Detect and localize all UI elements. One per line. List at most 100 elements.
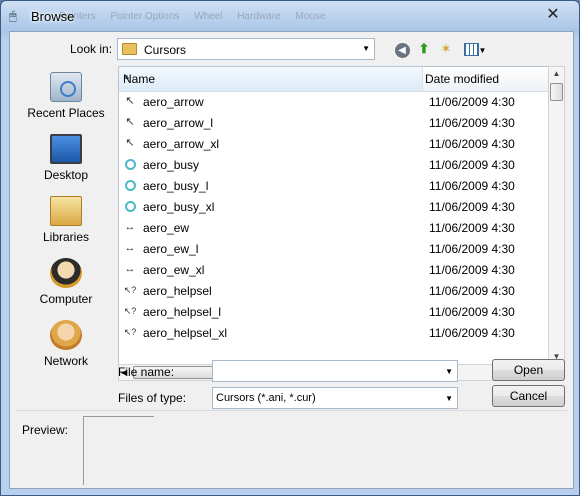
busy-cursor-icon	[125, 159, 136, 170]
place-label: Recent Places	[27, 106, 105, 120]
file-date-modified: 11/06/2009 4:30	[429, 284, 515, 298]
close-button[interactable]: ✕	[533, 5, 573, 25]
view-menu-button[interactable]: ▼	[458, 40, 492, 58]
file-name: aero_helpsel_xl	[143, 326, 228, 340]
file-row[interactable]: ↖ aero_arrow_l 11/06/2009 4:30	[119, 112, 549, 133]
background-tab: Hardware	[237, 11, 281, 22]
busy-cursor-icon	[125, 201, 136, 212]
help-cursor-icon: ↖?	[123, 285, 137, 295]
up-folder-icon: ⬆	[418, 41, 430, 56]
help-cursor-icon: ↖?	[123, 327, 137, 337]
file-name: aero_busy	[143, 158, 200, 172]
divider	[16, 410, 567, 411]
file-date-modified: 11/06/2009 4:30	[429, 179, 515, 193]
look-in-label: Look in:	[70, 42, 113, 56]
background-tabs: Pointers Pointer Options Wheel Hardware …	[59, 11, 379, 27]
place-desktop[interactable]: Desktop	[20, 134, 112, 182]
file-date-modified: 11/06/2009 4:30	[429, 326, 515, 340]
look-in-value: Cursors	[144, 43, 187, 57]
new-folder-icon: ✶	[440, 41, 452, 56]
background-tab: Mouse	[295, 11, 326, 22]
vertical-scrollbar[interactable]: ▲ ▼	[548, 66, 565, 364]
new-folder-button[interactable]: ✶	[436, 40, 456, 58]
file-row[interactable]: ↖ aero_arrow_xl 11/06/2009 4:30	[119, 133, 549, 154]
scroll-thumb[interactable]	[550, 83, 563, 101]
place-label: Computer	[39, 292, 93, 306]
file-row[interactable]: ↖ aero_arrow 11/06/2009 4:30	[119, 91, 549, 112]
file-list[interactable]: ▲ Name Date modified ↖ aero_arrow 11/06/20…	[118, 66, 550, 366]
arrow-cursor-icon: ↖	[125, 137, 135, 149]
file-date-modified: 11/06/2009 4:30	[429, 116, 515, 130]
place-network[interactable]: Network	[20, 320, 112, 368]
back-button[interactable]: ◀	[392, 40, 412, 58]
chevron-down-icon: ▼	[362, 44, 370, 53]
file-date-modified: 11/06/2009 4:30	[429, 200, 515, 214]
file-date-modified: 11/06/2009 4:30	[429, 305, 515, 319]
arrow-cursor-icon: ↖	[125, 116, 135, 128]
file-name: aero_helpsel	[143, 284, 212, 298]
file-row[interactable]: aero_busy_l 11/06/2009 4:30	[119, 175, 549, 196]
view-menu-icon	[463, 43, 479, 57]
busy-cursor-icon	[125, 180, 136, 191]
recent-places-icon	[50, 72, 82, 102]
file-name-input[interactable]: ▼	[212, 360, 458, 382]
file-name: aero_ew_xl	[143, 263, 205, 277]
file-name: aero_busy_l	[143, 179, 209, 193]
column-header-date-modified[interactable]: Date modified	[425, 72, 499, 86]
place-recent-places[interactable]: Recent Places	[20, 72, 112, 120]
place-computer[interactable]: Computer	[20, 258, 112, 306]
file-row[interactable]: ↖? aero_helpsel_xl 11/06/2009 4:30	[119, 322, 549, 343]
help-cursor-icon: ↖?	[123, 306, 137, 316]
file-date-modified: 11/06/2009 4:30	[429, 137, 515, 151]
up-folder-button[interactable]: ⬆	[414, 40, 434, 58]
place-libraries[interactable]: Libraries	[20, 196, 112, 244]
place-label: Libraries	[42, 230, 90, 244]
file-row[interactable]: ↖? aero_helpsel 11/06/2009 4:30	[119, 280, 549, 301]
cancel-button[interactable]: Cancel	[492, 385, 565, 407]
network-icon	[50, 320, 82, 350]
file-row[interactable]: aero_busy_xl 11/06/2009 4:30	[119, 196, 549, 217]
file-name: aero_arrow_xl	[143, 137, 220, 151]
place-label: Desktop	[43, 168, 89, 182]
files-of-type-value: Cursors (*.ani, *.cur)	[216, 392, 316, 404]
column-header-name[interactable]: ▲ Name	[119, 67, 423, 91]
column-header-label: Name	[123, 72, 156, 86]
dialog-body: Look in: Cursors ▼ ◀ ⬆ ✶ ▼ Recent Places…	[9, 31, 574, 489]
file-date-modified: 11/06/2009 4:30	[429, 95, 515, 109]
libraries-icon	[50, 196, 82, 226]
chevron-down-icon[interactable]: ▼	[445, 367, 453, 376]
folder-icon	[122, 43, 137, 55]
scroll-up-icon[interactable]: ▲	[549, 69, 564, 78]
browse-dialog: 🖱 Browse Pointers Pointer Options Wheel …	[0, 0, 580, 496]
file-row[interactable]: ↔ aero_ew 11/06/2009 4:30	[119, 217, 549, 238]
file-row[interactable]: ↔ aero_ew_l 11/06/2009 4:30	[119, 238, 549, 259]
title-bar[interactable]: 🖱 Browse Pointers Pointer Options Wheel …	[1, 1, 579, 31]
places-bar: Recent Places Desktop Libraries Computer…	[20, 66, 112, 402]
file-date-modified: 11/06/2009 4:30	[429, 242, 515, 256]
open-button[interactable]: Open	[492, 359, 565, 381]
background-tab: Pointer Options	[110, 11, 180, 22]
look-in-combo[interactable]: Cursors ▼	[117, 38, 375, 60]
resize-ew-cursor-icon: ↔	[124, 242, 136, 254]
resize-ew-cursor-icon: ↔	[124, 221, 136, 233]
preview-label: Preview:	[22, 423, 69, 437]
file-row[interactable]: ↖? aero_helpsel_l 11/06/2009 4:30	[119, 301, 549, 322]
arrow-cursor-icon: ↖	[125, 95, 135, 107]
file-name: aero_busy_xl	[143, 200, 215, 214]
place-label: Network	[43, 354, 88, 368]
back-arrow-icon: ◀	[394, 43, 410, 58]
file-date-modified: 11/06/2009 4:30	[429, 263, 515, 277]
file-name: aero_helpsel_l	[143, 305, 222, 319]
files-of-type-label: Files of type:	[118, 391, 187, 405]
file-name: aero_arrow	[143, 95, 204, 109]
chevron-down-icon: ▼	[445, 394, 453, 403]
mouse-icon: 🖱	[9, 8, 17, 23]
resize-ew-cursor-icon: ↔	[124, 263, 136, 275]
file-row[interactable]: aero_busy 11/06/2009 4:30	[119, 154, 549, 175]
background-tab: Pointers	[59, 11, 96, 22]
background-tab: Wheel	[194, 11, 223, 22]
preview-pane	[83, 416, 154, 485]
files-of-type-select[interactable]: Cursors (*.ani, *.cur) ▼	[212, 387, 458, 409]
chevron-down-icon: ▼	[478, 46, 487, 55]
file-row[interactable]: ↔ aero_ew_xl 11/06/2009 4:30	[119, 259, 549, 280]
